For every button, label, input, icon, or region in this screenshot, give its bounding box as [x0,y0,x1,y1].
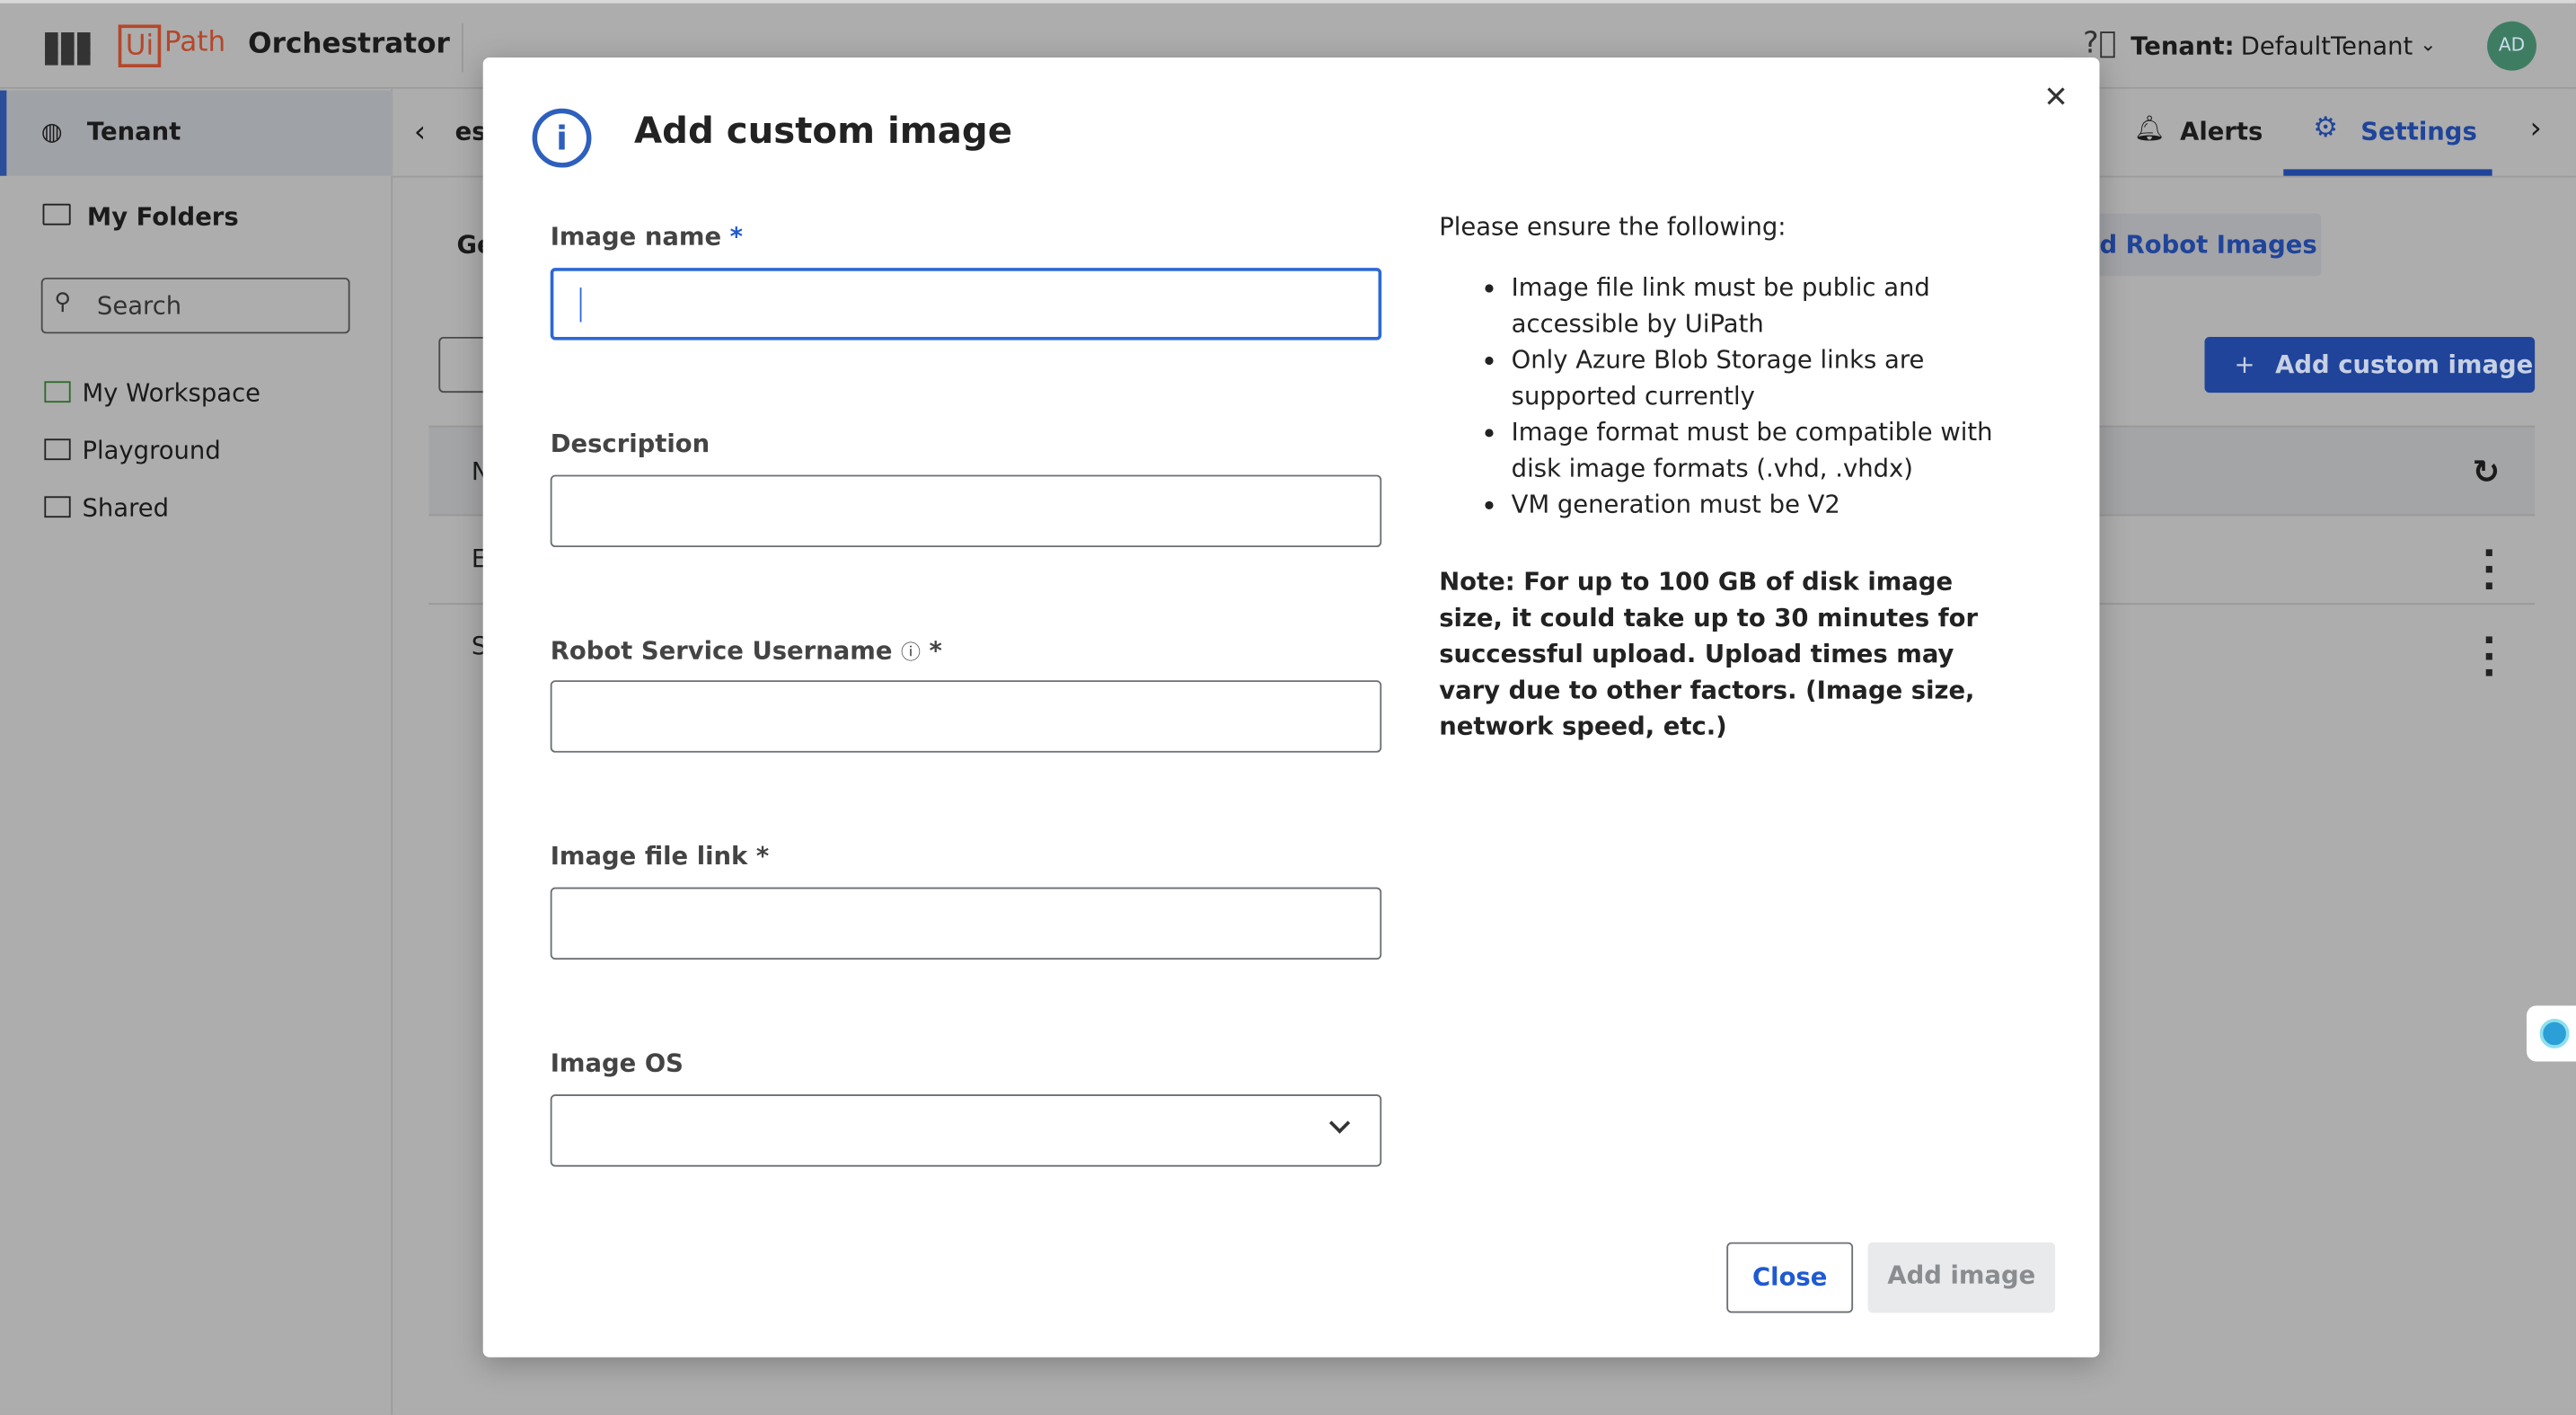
close-icon[interactable]: ✕ [2043,81,2069,115]
divider [461,22,463,73]
robot-images-tab-label: d Robot Images [2099,230,2317,260]
search-icon: ⚲ [54,288,72,316]
chevron-right-icon[interactable]: › [2530,111,2542,146]
uipath-logo-text: Path [163,26,226,59]
required-mark: * [929,635,942,666]
avatar[interactable]: AD [2487,21,2536,71]
tenant-selector[interactable]: DefaultTenant [2241,31,2413,61]
tab-settings[interactable]: Settings [2360,117,2477,146]
product-name: Orchestrator [248,28,450,61]
sidebar-search-input[interactable] [40,278,350,334]
tab-fragment[interactable]: es [455,117,487,146]
requirement-item: Image file link must be public and acces… [1512,270,1998,341]
workspace-folder-icon [44,381,71,403]
ensure-heading: Please ensure the following: [1439,211,1786,242]
robot-user-label: Robot Service Username [550,635,893,666]
more-options-icon[interactable]: · · · [2483,623,2496,693]
image-os-select[interactable] [550,1094,1382,1167]
add-image-button[interactable]: Add image [1867,1242,2056,1313]
active-tab-indicator [2283,169,2492,176]
chevron-down-icon[interactable]: ⌄ [2420,33,2436,57]
robot-user-input[interactable] [550,680,1382,753]
more-options-icon[interactable]: · · · [2483,536,2496,606]
image-name-input[interactable] [550,268,1382,340]
help-icon[interactable]: ?⃝ [2083,26,2116,60]
description-label: Description [550,429,710,459]
gear-icon: ⚙ [2313,111,2339,145]
requirements-list: Image file link must be public and acces… [1439,270,1998,523]
plus-icon: + [2234,349,2255,380]
folder-icon [44,496,71,518]
sidebar-item-my-folders[interactable]: My Folders [87,202,239,232]
requirement-item: Only Azure Blob Storage links are suppor… [1512,341,1998,413]
folder-icon [44,438,71,461]
folder-item-my-workspace[interactable]: My Workspace [82,378,260,408]
folder-icon [42,203,71,226]
sidebar-search-placeholder: Search [96,290,182,321]
info-icon: i [532,108,592,168]
sidebar-item-label: Tenant [86,116,181,146]
app-launcher-icon[interactable]: ▪▪▪ ▪▪▪ ▪▪▪ [43,24,93,70]
chevron-down-icon [1328,1112,1351,1134]
dialog-title: Add custom image [633,111,1013,154]
folder-item-playground[interactable]: Playground [82,436,220,465]
image-name-label: Image name [550,221,722,252]
refresh-icon[interactable]: ↻ [2473,452,2501,491]
info-icon[interactable]: ⓘ [901,641,921,664]
tenant-label: Tenant: [2130,31,2235,61]
uipath-logo: Ui [118,24,162,67]
required-mark: * [755,841,770,871]
required-mark: * [729,221,744,252]
requirement-item: VM generation must be V2 [1512,486,1998,522]
globe-icon: ◍ [40,116,63,146]
assistant-icon [2539,1018,2570,1048]
text-cursor [579,287,582,323]
close-button[interactable]: Close [1726,1242,1854,1313]
file-link-input[interactable] [550,887,1382,960]
tab-alerts[interactable]: Alerts [2180,117,2263,146]
requirement-item: Image format must be compatible with dis… [1512,414,1998,486]
file-link-label: Image file link [550,841,748,871]
add-custom-image-dialog: i Add custom image ✕ Image name * Descri… [482,57,2100,1358]
image-os-label: Image OS [550,1048,684,1078]
description-input[interactable] [550,474,1382,548]
bell-icon: 🔔︎ [2133,113,2166,144]
folder-item-shared[interactable]: Shared [82,493,169,523]
add-custom-image-label: Add custom image [2275,349,2534,380]
chevron-left-icon[interactable]: ‹ [414,115,426,149]
upload-note: Note: For up to 100 GB of disk image siz… [1439,567,1979,741]
